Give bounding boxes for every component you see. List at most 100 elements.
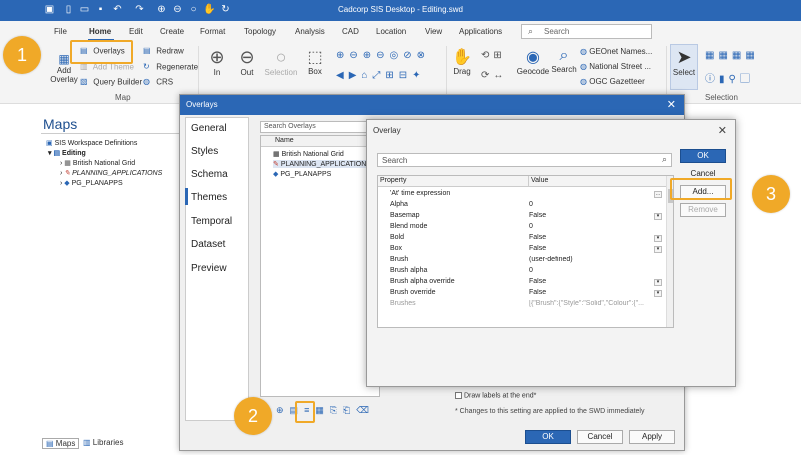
property-row[interactable]: 'At' time expression… (378, 189, 666, 200)
close-icon[interactable]: ✕ (718, 124, 727, 137)
tools-row-1[interactable]: ⟲⊞ (481, 50, 506, 61)
zoom-selection-button[interactable]: ○ Selection (263, 47, 299, 77)
add-icon[interactable]: ⊕ (276, 405, 290, 415)
zoom-out-button[interactable]: ⊖ Out (235, 47, 259, 77)
overlay-search-input[interactable]: Search ⌕ (377, 153, 672, 167)
tree-editing[interactable]: ▾ ▤ Editing (48, 149, 86, 157)
menu-home[interactable]: Home (89, 27, 111, 36)
search-overlays-input[interactable]: Search Overlays (260, 121, 380, 133)
tree-british-national-grid[interactable]: › ▦ British National Grid (60, 159, 135, 167)
geocode-icon: ◉ (526, 49, 540, 66)
ribbon-separator (198, 46, 199, 98)
property-row[interactable]: Blend mode 0 (378, 222, 666, 233)
select-button[interactable]: ➤ Select (670, 44, 698, 90)
map-group-label: Map (115, 93, 131, 102)
nav-dataset[interactable]: Dataset (191, 239, 225, 250)
menu-file[interactable]: File (54, 27, 67, 36)
menu-applications[interactable]: Applications (459, 27, 502, 36)
menu-location[interactable]: Location (376, 27, 406, 36)
menu-format[interactable]: Format (200, 27, 225, 36)
menu-view[interactable]: View (425, 27, 442, 36)
property-row[interactable]: Brushes [{"Brush":{"Style":"Solid","Colou… (378, 299, 666, 310)
close-icon[interactable]: ✕ (667, 98, 676, 111)
window-title: Cadcorp SIS Desktop - Editing.swd (338, 5, 463, 14)
search-box[interactable]: ⌕ Search (521, 24, 652, 39)
table-icon[interactable]: ▦ (315, 405, 330, 415)
zoom-in-button[interactable]: ⊕ In (205, 47, 229, 77)
list-item[interactable]: ▦ British National Grid (273, 150, 344, 158)
crs-button[interactable]: ◍ CRS (143, 77, 173, 88)
property-row[interactable]: Brush override False ▾ (378, 288, 666, 299)
property-row[interactable]: Alpha 0 (378, 200, 666, 211)
list-item-label: British National Grid (281, 151, 344, 158)
list-toolbar[interactable]: ⊕▤≡▦⎘⎗⌫ (276, 405, 375, 416)
gazetteer-item-2[interactable]: ◍ National Street ... (580, 62, 651, 71)
copy-icon[interactable]: ⎘ (330, 405, 343, 415)
nav-schema[interactable]: Schema (191, 169, 228, 180)
menu-cad[interactable]: CAD (342, 27, 359, 36)
view-tools-row-2[interactable]: ◀▶⌂⤢⊞⊟✦ (336, 70, 426, 81)
overlay-dialog-title: Overlay (373, 126, 401, 135)
overlays-ok-button[interactable]: OK (525, 430, 571, 444)
globe-icon: ◍ (580, 62, 587, 71)
menu-create[interactable]: Create (160, 27, 184, 36)
property-row[interactable]: Brush alpha 0 (378, 266, 666, 277)
gazetteer-item-1[interactable]: ◍ GEOnet Names... (580, 47, 652, 56)
selection-tools-row-1[interactable]: ▦▦▦▦ (705, 50, 759, 61)
menu-edit[interactable]: Edit (129, 27, 143, 36)
list-item[interactable]: ◆ PG_PLANAPPS (273, 170, 331, 178)
regenerate-button[interactable]: ↻ Regenerate (143, 62, 198, 73)
paste-icon[interactable]: ⎗ (343, 405, 356, 415)
remove-button[interactable]: Remove (680, 203, 726, 217)
search-icon: ⌕ (661, 154, 667, 164)
gazetteer-search-button[interactable]: ⌕ Search (550, 47, 578, 74)
tree-workspace-definitions[interactable]: ▣ SIS Workspace Definitions (46, 139, 137, 147)
ribbon-separator (666, 46, 667, 98)
property-name: Brush alpha override (390, 278, 455, 285)
tree-pg-planapps[interactable]: › ◆ PG_PLANAPPS (60, 179, 123, 187)
menu-topology[interactable]: Topology (244, 27, 276, 36)
property-row[interactable]: Brush (user-defined) (378, 255, 666, 266)
tools-row-2[interactable]: ⟳↔ (481, 70, 507, 81)
geocode-label: Geocode (516, 67, 550, 76)
nav-general[interactable]: General (191, 123, 227, 134)
view-tools-row-1[interactable]: ⊕⊖⊕⊖◎⊘⊗ (336, 50, 430, 61)
ellipsis-button[interactable]: … (654, 191, 662, 198)
property-value: False (529, 234, 547, 241)
dropdown-arrow-icon[interactable]: ▾ (654, 213, 662, 220)
property-row[interactable]: Bold False ▾ (378, 233, 666, 244)
list-item-selected[interactable]: ✎ PLANNING_APPLICATIONS (273, 160, 379, 168)
property-name: Box (390, 245, 403, 252)
nav-preview[interactable]: Preview (191, 263, 227, 274)
menu-analysis[interactable]: Analysis (295, 27, 325, 36)
dropdown-arrow-icon[interactable]: ▾ (654, 235, 662, 242)
drag-button[interactable]: ✋ Drag (450, 47, 474, 76)
selection-tools-row-2[interactable]: ⓘ▮⚲▢ (705, 70, 754, 85)
property-row[interactable]: Brush alpha override False ▾ (378, 277, 666, 288)
query-builder-button[interactable]: ▧ Query Builder (80, 77, 142, 88)
property-row[interactable]: Box False ▾ (378, 244, 666, 255)
nav-themes[interactable]: Themes (191, 192, 227, 203)
globe-icon: ◍ (580, 77, 587, 86)
overlays-apply-button[interactable]: Apply (629, 430, 675, 444)
delete-icon[interactable]: ⌫ (356, 405, 375, 415)
nav-styles[interactable]: Styles (191, 146, 218, 157)
overlay-ok-button[interactable]: OK (680, 149, 726, 163)
dropdown-arrow-icon[interactable]: ▾ (654, 279, 662, 286)
zoom-box-button[interactable]: ⬚ Box (303, 47, 327, 76)
property-row[interactable]: Basemap False ▾ (378, 211, 666, 222)
overlays-cancel-button[interactable]: Cancel (577, 430, 623, 444)
redraw-button[interactable]: ▤ Redraw (143, 46, 184, 57)
geocode-button[interactable]: ◉ Geocode (516, 47, 550, 76)
add-overlay-label: Add Overlay (50, 66, 78, 84)
dropdown-arrow-icon[interactable]: ▾ (654, 246, 662, 253)
tab-label: Libraries (92, 438, 124, 447)
gazetteer-item-3[interactable]: ◍ OGC Gazetteer (580, 77, 645, 86)
tree-planning-applications[interactable]: › ✎ PLANNING_APPLICATIONS (60, 169, 162, 177)
nav-temporal[interactable]: Temporal (191, 216, 232, 227)
draw-labels-checkbox[interactable]: Draw labels at the end* (455, 392, 536, 399)
dropdown-arrow-icon[interactable]: ▾ (654, 290, 662, 297)
property-grid: Property Value 'At' time expression … Alph… (377, 175, 674, 328)
tab-maps[interactable]: ▤ Maps (42, 438, 80, 449)
tab-libraries[interactable]: ▥ Libraries (80, 438, 126, 447)
